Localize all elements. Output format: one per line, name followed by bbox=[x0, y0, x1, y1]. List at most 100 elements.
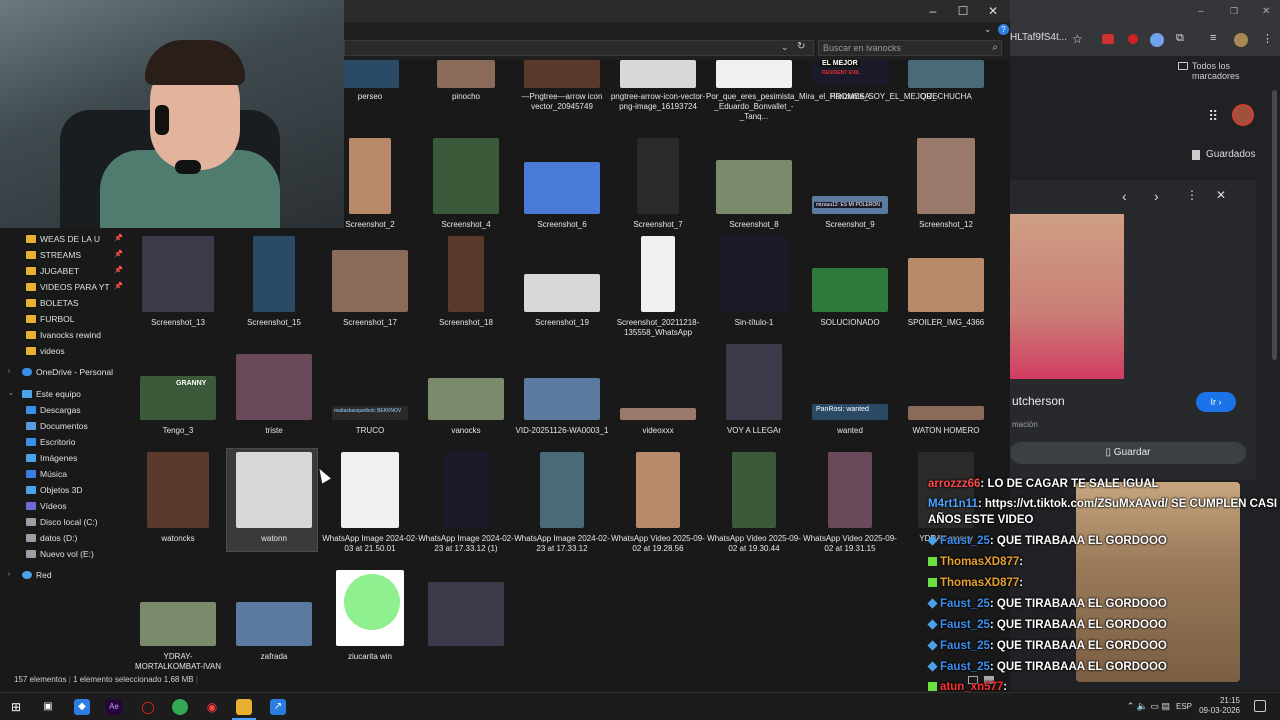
file-name[interactable]: Screenshot_9 bbox=[802, 220, 898, 230]
search-input[interactable]: Buscar en ivanocks ⌕ bbox=[818, 40, 1002, 56]
file-thumbnail[interactable] bbox=[637, 138, 679, 214]
task-view-icon[interactable]: ▣ bbox=[40, 699, 56, 715]
chat-username[interactable]: Faust_25 bbox=[940, 535, 990, 547]
file-thumbnail[interactable] bbox=[349, 138, 391, 214]
file-thumbnail[interactable] bbox=[433, 138, 499, 214]
file-thumbnail[interactable] bbox=[641, 236, 675, 312]
sidebar-item-folder[interactable]: Ivanocks rewind bbox=[26, 328, 101, 342]
file-name[interactable]: —Pngtree—arrow icon vector_20945749 bbox=[514, 92, 610, 112]
menu-icon[interactable]: ≡ bbox=[1210, 32, 1216, 44]
sidebar-item-folder[interactable]: WEAS DE LA U bbox=[26, 232, 100, 246]
file-thumbnail[interactable] bbox=[732, 452, 776, 528]
browser-url[interactable]: HLTaf9fS4t... bbox=[1010, 32, 1067, 43]
all-bookmarks[interactable]: Todos los marcadores bbox=[1192, 61, 1280, 81]
language-indicator[interactable]: ESP bbox=[1176, 702, 1192, 711]
file-thumbnail[interactable] bbox=[428, 582, 504, 646]
sidebar-item-pc[interactable]: datos (D:) bbox=[26, 531, 77, 545]
pin-icon[interactable]: 📌 bbox=[114, 250, 123, 258]
file-thumbnail[interactable] bbox=[142, 236, 214, 312]
file-name[interactable]: PROMESA bbox=[802, 92, 898, 102]
pin-icon[interactable]: 📌 bbox=[114, 234, 123, 242]
file-thumbnail[interactable] bbox=[620, 408, 696, 420]
chat-username[interactable]: ThomasXD877 bbox=[940, 577, 1019, 589]
file-thumbnail[interactable] bbox=[428, 378, 504, 420]
file-thumbnail[interactable] bbox=[524, 378, 600, 420]
result-title[interactable]: utcherson bbox=[1012, 394, 1065, 408]
close-button[interactable]: ✕ bbox=[978, 2, 1008, 20]
file-thumbnail[interactable] bbox=[524, 60, 600, 88]
sidebar-item-this-pc[interactable]: ⌄ Este equipo bbox=[8, 387, 81, 401]
file-thumbnail[interactable] bbox=[236, 354, 312, 420]
file-thumbnail[interactable] bbox=[444, 452, 488, 528]
chat-username[interactable]: Faust_25 bbox=[940, 598, 990, 610]
file-name[interactable]: Por_que_eres_pesimista_Mira_el_Horizonte… bbox=[706, 92, 939, 122]
restore-icon[interactable]: ❐ bbox=[1230, 6, 1238, 17]
file-thumbnail[interactable] bbox=[540, 452, 584, 528]
app-icon[interactable]: ↗ bbox=[270, 699, 286, 715]
chat-username[interactable]: M4rt1n11 bbox=[928, 498, 978, 510]
more-icon[interactable]: ⋮ bbox=[1186, 188, 1198, 202]
file-name[interactable]: zafrada bbox=[226, 652, 322, 662]
file-thumbnail[interactable] bbox=[716, 60, 792, 88]
sidebar-item-pc[interactable]: Descargas bbox=[26, 403, 81, 417]
app-icon[interactable]: ◆ bbox=[74, 699, 90, 715]
chevron-right-icon[interactable]: › bbox=[8, 568, 10, 582]
address-bar[interactable]: ⌄ ↻ bbox=[344, 40, 814, 56]
chevron-down-icon[interactable]: ⌄ bbox=[984, 24, 992, 35]
file-name[interactable]: Screenshot_17 bbox=[322, 318, 418, 328]
chrome-icon[interactable] bbox=[172, 699, 188, 715]
pin-icon[interactable]: 📌 bbox=[114, 266, 123, 274]
file-name[interactable]: Screenshot_4 bbox=[418, 220, 514, 230]
file-name[interactable]: pinocho bbox=[418, 92, 514, 102]
file-name[interactable]: WhatsApp Image 2024-02-23 at 17.33.12 (1… bbox=[418, 534, 514, 554]
chevron-down-icon[interactable]: ⌄ bbox=[8, 387, 14, 401]
minimize-icon[interactable]: – bbox=[1198, 6, 1204, 17]
file-name[interactable]: ziucarita win bbox=[322, 652, 418, 662]
minimize-button[interactable]: – bbox=[918, 2, 948, 20]
extension-icon[interactable] bbox=[1150, 33, 1164, 47]
chat-username[interactable]: ThomasXD877 bbox=[940, 556, 1019, 568]
file-thumbnail[interactable] bbox=[437, 60, 495, 88]
file-name[interactable]: Screenshot_15 bbox=[226, 318, 322, 328]
file-name[interactable]: QUECHUCHA bbox=[898, 92, 994, 102]
extension-icon[interactable] bbox=[1102, 34, 1114, 44]
file-name[interactable]: SOLUCIONADO bbox=[802, 318, 898, 328]
file-name[interactable]: WhatsApp Video 2025-09-02 at 19.30.44 bbox=[706, 534, 802, 554]
file-name[interactable]: watonn bbox=[226, 534, 322, 544]
file-name[interactable]: WhatsApp Image 2024-02-23 at 17.33.12 bbox=[514, 534, 610, 554]
file-name[interactable]: YDRAY-MORTALKOMBAT-IVAN bbox=[130, 652, 226, 672]
next-icon[interactable]: › bbox=[1154, 188, 1159, 204]
google-avatar[interactable] bbox=[1232, 104, 1254, 126]
file-name[interactable]: vanocks bbox=[418, 426, 514, 436]
after-effects-icon[interactable]: Ae bbox=[106, 699, 122, 715]
sidebar-item-folder[interactable]: BOLETAS bbox=[26, 296, 79, 310]
file-explorer-icon[interactable] bbox=[236, 699, 252, 715]
file-name[interactable]: wanted bbox=[802, 426, 898, 436]
chat-username[interactable]: Faust_25 bbox=[940, 661, 990, 673]
saved-link[interactable]: Guardados bbox=[1206, 149, 1255, 160]
puzzle-icon[interactable]: ⧉ bbox=[1176, 32, 1184, 45]
file-name[interactable]: WhatsApp Video 2025-09-02 at 19.28.56 bbox=[610, 534, 706, 554]
pin-icon[interactable]: 📌 bbox=[114, 282, 123, 290]
file-name[interactable]: pngtree-arrow-icon-vector-png-image_1619… bbox=[610, 92, 706, 112]
chevron-down-icon[interactable]: ⌄ bbox=[781, 42, 789, 53]
file-thumbnail[interactable] bbox=[908, 258, 984, 312]
chat-username[interactable]: arrozzz66 bbox=[928, 478, 980, 490]
chat-username[interactable]: Faust_25 bbox=[940, 619, 990, 631]
sidebar-item-pc[interactable]: Imágenes bbox=[26, 451, 77, 465]
file-thumbnail[interactable] bbox=[147, 452, 209, 528]
file-name[interactable]: Screenshot_7 bbox=[610, 220, 706, 230]
obs-icon[interactable]: ◉ bbox=[204, 699, 220, 715]
file-thumbnail[interactable] bbox=[828, 452, 872, 528]
file-name[interactable]: Screenshot_12 bbox=[898, 220, 994, 230]
file-name[interactable]: VOY A LLEGAr bbox=[706, 426, 802, 436]
apps-grid-icon[interactable]: ⠿ bbox=[1208, 108, 1218, 125]
sidebar-item-pc[interactable]: Disco local (C:) bbox=[26, 515, 98, 529]
file-thumbnail[interactable] bbox=[524, 162, 600, 214]
sidebar-item-network[interactable]: › Red bbox=[8, 568, 52, 582]
file-name[interactable]: Screenshot_20211218-135558_WhatsApp bbox=[610, 318, 706, 338]
file-name[interactable]: Screenshot_13 bbox=[130, 318, 226, 328]
file-thumbnail[interactable] bbox=[341, 60, 399, 88]
refresh-icon[interactable]: ↻ bbox=[797, 41, 805, 52]
file-thumbnail[interactable] bbox=[332, 250, 408, 312]
